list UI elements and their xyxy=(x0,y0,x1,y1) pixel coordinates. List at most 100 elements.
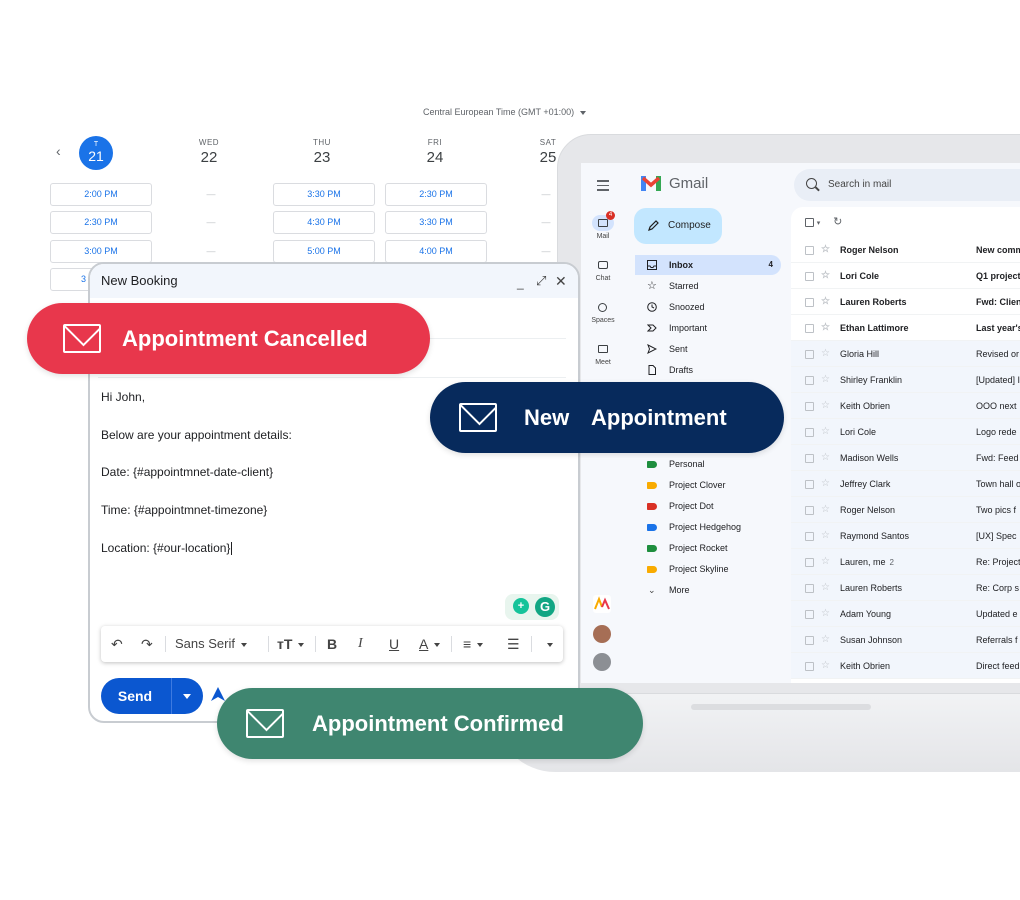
star-icon[interactable]: ☆ xyxy=(821,315,830,341)
time-slot[interactable]: 3:30 PM xyxy=(273,183,375,206)
row-checkbox[interactable] xyxy=(805,428,814,437)
numbered-list-icon[interactable]: ☰ xyxy=(507,626,520,662)
label-project-dot[interactable]: Project Dot xyxy=(635,496,781,516)
star-icon[interactable]: ☆ xyxy=(821,289,830,315)
chevron-left-icon[interactable]: ‹ xyxy=(56,143,61,159)
time-slot[interactable]: 4:00 PM xyxy=(385,240,487,263)
body-location[interactable]: Location: {#our-location} xyxy=(101,541,233,556)
underline-icon[interactable]: U xyxy=(389,626,399,662)
rail-chat[interactable]: Chat xyxy=(581,257,625,282)
minimize-icon[interactable]: _ xyxy=(517,266,524,300)
close-icon[interactable]: ✕ xyxy=(555,264,567,298)
time-slot[interactable]: 2:30 PM xyxy=(50,211,152,234)
rail-mail[interactable]: 4 Mail xyxy=(581,211,625,240)
email-row[interactable]: ☆ Lori Cole Logo rede xyxy=(791,419,1020,445)
grammarly-icon[interactable]: G xyxy=(535,597,555,617)
nav-important[interactable]: Important xyxy=(635,318,781,338)
align-icon[interactable]: ≡ xyxy=(463,626,484,662)
star-icon[interactable]: ☆ xyxy=(821,237,830,263)
row-checkbox[interactable] xyxy=(805,480,814,489)
time-slot[interactable]: 2:00 PM xyxy=(50,183,152,206)
star-icon[interactable]: ☆ xyxy=(821,419,830,445)
body-greeting[interactable]: Hi John, xyxy=(101,390,145,404)
avatar[interactable] xyxy=(593,625,611,643)
time-slot[interactable]: 5:00 PM xyxy=(273,240,375,263)
time-slot[interactable]: 4:30 PM xyxy=(273,211,375,234)
time-slot[interactable]: 3:30 PM xyxy=(385,211,487,234)
row-checkbox[interactable] xyxy=(805,350,814,359)
row-checkbox[interactable] xyxy=(805,454,814,463)
row-checkbox[interactable] xyxy=(805,558,814,567)
search-bar[interactable]: Search in mail xyxy=(794,169,1020,201)
star-icon[interactable]: ☆ xyxy=(821,471,830,497)
star-icon[interactable]: ☆ xyxy=(821,393,830,419)
row-checkbox[interactable] xyxy=(805,272,814,281)
undo-icon[interactable]: ↶ xyxy=(111,626,123,662)
email-row[interactable]: ☆ Roger Nelson New comm xyxy=(791,237,1020,263)
rail-meet[interactable]: Meet xyxy=(581,341,625,366)
email-row[interactable]: ☆ Madison Wells Fwd: Feed xyxy=(791,445,1020,471)
star-icon[interactable]: ☆ xyxy=(821,653,830,679)
addon-app-icon[interactable] xyxy=(593,595,611,613)
row-checkbox[interactable] xyxy=(805,298,814,307)
refresh-icon[interactable]: ↻ xyxy=(833,216,842,228)
email-row[interactable]: ☆ Lauren, me 2 Re: Project xyxy=(791,549,1020,575)
row-checkbox[interactable] xyxy=(805,402,814,411)
bold-icon[interactable]: B xyxy=(327,626,337,662)
star-icon[interactable]: ☆ xyxy=(821,575,830,601)
star-icon[interactable]: ☆ xyxy=(821,445,830,471)
font-family-select[interactable]: Sans Serif xyxy=(175,626,247,662)
email-row[interactable]: ☆ Ethan Lattimore Last year's xyxy=(791,315,1020,341)
email-row[interactable]: ☆ Lauren Roberts Fwd: Clien xyxy=(791,289,1020,315)
star-icon[interactable]: ☆ xyxy=(821,367,830,393)
email-row[interactable]: ☆ Shirley Franklin [Updated] I xyxy=(791,367,1020,393)
compose-button[interactable]: Compose xyxy=(634,208,722,244)
body-intro[interactable]: Below are your appointment details: xyxy=(101,428,292,442)
email-row[interactable]: ☆ Keith Obrien Direct feed xyxy=(791,653,1020,679)
email-row[interactable]: ☆ Susan Johnson Referrals f xyxy=(791,627,1020,653)
nav-inbox[interactable]: Inbox 4 xyxy=(635,255,781,275)
star-icon[interactable]: ☆ xyxy=(821,627,830,653)
day-header-wed[interactable]: WED 22 xyxy=(158,138,260,166)
star-icon[interactable]: ☆ xyxy=(821,549,830,575)
email-row[interactable]: ☆ Keith Obrien OOO next xyxy=(791,393,1020,419)
star-icon[interactable]: ☆ xyxy=(821,497,830,523)
label-project-skyline[interactable]: Project Skyline xyxy=(635,559,781,579)
send-button[interactable]: Send xyxy=(101,678,203,714)
star-icon[interactable]: ☆ xyxy=(821,341,830,367)
label-project-hedgehog[interactable]: Project Hedgehog xyxy=(635,517,781,537)
time-slot[interactable]: 3:00 PM xyxy=(50,240,152,263)
row-checkbox[interactable] xyxy=(805,246,814,255)
extension-add-icon[interactable]: + xyxy=(513,598,529,614)
time-slot[interactable]: 2:30 PM xyxy=(385,183,487,206)
star-icon[interactable]: ☆ xyxy=(821,601,830,627)
email-row[interactable]: ☆ Adam Young Updated e xyxy=(791,601,1020,627)
redo-icon[interactable]: ↷ xyxy=(141,626,153,662)
gmail-logo[interactable]: Gmail xyxy=(641,175,708,192)
rail-spaces[interactable]: Spaces xyxy=(581,299,625,324)
nav-snoozed[interactable]: Snoozed xyxy=(635,297,781,317)
menu-icon[interactable] xyxy=(597,180,609,194)
row-checkbox[interactable] xyxy=(805,584,814,593)
body-time[interactable]: Time: {#appointmnet-timezone} xyxy=(101,503,267,517)
label-project-clover[interactable]: Project Clover xyxy=(635,475,781,495)
timezone-selector[interactable]: Central European Time (GMT +01:00) xyxy=(423,107,587,117)
row-checkbox[interactable] xyxy=(805,636,814,645)
star-icon[interactable]: ☆ xyxy=(821,523,830,549)
text-color-icon[interactable]: A xyxy=(419,626,441,662)
label-project-rocket[interactable]: Project Rocket xyxy=(635,538,781,558)
row-checkbox[interactable] xyxy=(805,506,814,515)
email-row[interactable]: ☆ Roger Nelson Two pics f xyxy=(791,497,1020,523)
more-formatting-icon[interactable] xyxy=(541,626,553,662)
body-date[interactable]: Date: {#appointmnet-date-client} xyxy=(101,465,273,479)
day-header-thu[interactable]: THU 23 xyxy=(271,138,373,166)
italic-icon[interactable]: I xyxy=(358,626,363,662)
nav-starred[interactable]: ☆ Starred xyxy=(635,276,781,296)
row-checkbox[interactable] xyxy=(805,324,814,333)
row-checkbox[interactable] xyxy=(805,532,814,541)
email-row[interactable]: ☆ Lauren Roberts Re: Corp s xyxy=(791,575,1020,601)
label-personal[interactable]: Personal xyxy=(635,454,781,474)
day-header-today[interactable]: T 21 xyxy=(79,136,113,170)
expand-icon[interactable]: ⤢ xyxy=(536,264,546,298)
email-row[interactable]: ☆ Gloria Hill Revised or xyxy=(791,341,1020,367)
